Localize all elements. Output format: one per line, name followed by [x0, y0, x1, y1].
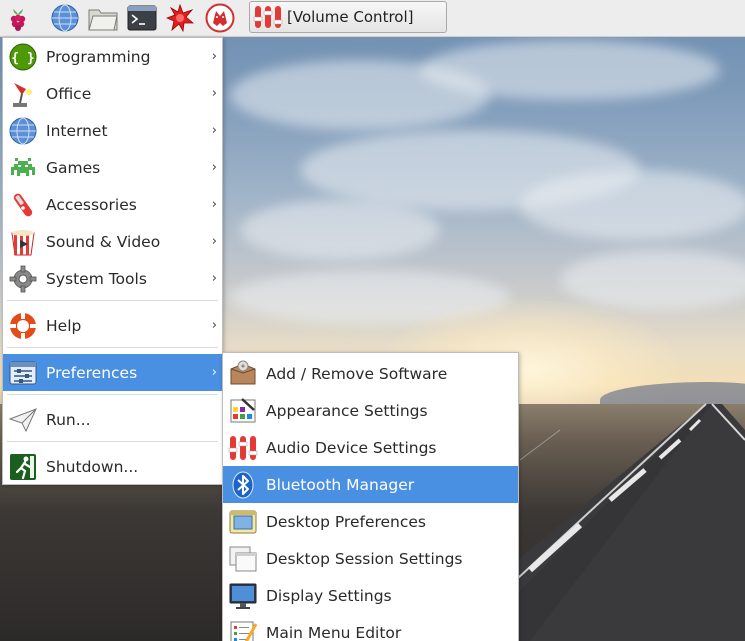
menu-item-add-remove-software[interactable]: Add / Remove Software — [223, 355, 518, 392]
file-manager-button[interactable] — [87, 3, 119, 33]
wolfram-icon — [205, 3, 235, 33]
menu-item-label: Desktop Session Settings — [266, 549, 463, 568]
shutdown-icon — [7, 451, 39, 483]
menu-separator — [7, 394, 218, 395]
terminal-button[interactable] — [126, 3, 158, 33]
appearance-settings-icon — [227, 395, 259, 427]
menu-item-preferences[interactable]: Preferences › — [3, 354, 222, 391]
menu-item-main-menu-editor[interactable]: Main Menu Editor — [223, 614, 518, 641]
chevron-right-icon: › — [211, 49, 217, 64]
volume-control-icon — [253, 3, 283, 31]
system-tools-icon — [7, 263, 39, 295]
menu-item-label: Accessories — [46, 195, 137, 214]
desktop-session-settings-icon — [227, 543, 259, 575]
menu-item-label: Shutdown... — [46, 457, 139, 476]
menu-item-label: Display Settings — [266, 586, 392, 605]
mathematica-button[interactable] — [164, 3, 196, 33]
menu-item-label: Main Menu Editor — [266, 623, 402, 641]
games-icon — [7, 152, 39, 184]
main-menu: { } Programming › Office › Internet › Ga… — [2, 37, 223, 485]
file-manager-icon — [88, 9, 118, 31]
menu-separator — [7, 347, 218, 348]
menu-item-display-settings[interactable]: Display Settings — [223, 577, 518, 614]
menu-item-desktop-session-settings[interactable]: Desktop Session Settings — [223, 540, 518, 577]
menu-item-appearance-settings[interactable]: Appearance Settings — [223, 392, 518, 429]
menu-item-programming[interactable]: { } Programming › — [3, 38, 222, 75]
sound-video-icon — [7, 226, 39, 258]
terminal-icon — [127, 5, 157, 31]
raspberry-menu-icon — [10, 9, 26, 31]
wolfram-button[interactable] — [204, 3, 236, 33]
menu-item-accessories[interactable]: Accessories › — [3, 186, 222, 223]
preferences-submenu: Add / Remove Software Appearance Setting… — [222, 352, 519, 641]
chevron-right-icon: › — [211, 123, 217, 138]
menu-item-office[interactable]: Office › — [3, 75, 222, 112]
web-browser-button[interactable] — [49, 3, 81, 33]
chevron-right-icon: › — [211, 197, 217, 212]
menu-item-label: Programming — [46, 47, 151, 66]
menu-item-run[interactable]: Run... — [3, 401, 222, 438]
chevron-right-icon: › — [211, 271, 217, 286]
bluetooth-icon — [227, 469, 259, 501]
menu-item-label: Desktop Preferences — [266, 512, 427, 531]
audio-device-settings-icon — [227, 432, 259, 464]
desktop-preferences-icon — [227, 506, 259, 538]
volume-control-task-button[interactable]: [Volume Control] — [249, 1, 447, 33]
help-icon — [7, 310, 39, 342]
display-settings-icon — [227, 580, 259, 612]
menu-separator — [7, 441, 218, 442]
menu-item-internet[interactable]: Internet › — [3, 112, 222, 149]
menu-item-desktop-preferences[interactable]: Desktop Preferences — [223, 503, 518, 540]
web-browser-icon — [51, 4, 79, 32]
accessories-icon — [7, 189, 39, 221]
menu-item-label: Help — [46, 316, 82, 335]
menu-item-system-tools[interactable]: System Tools › — [3, 260, 222, 297]
menu-item-games[interactable]: Games › — [3, 149, 222, 186]
internet-icon — [7, 115, 39, 147]
chevron-right-icon: › — [211, 86, 217, 101]
office-icon — [7, 78, 39, 110]
preferences-icon — [7, 357, 39, 389]
menu-item-sound-video[interactable]: Sound & Video › — [3, 223, 222, 260]
menu-item-audio-device-settings[interactable]: Audio Device Settings — [223, 429, 518, 466]
menu-item-label: Appearance Settings — [266, 401, 428, 420]
chevron-right-icon: › — [211, 318, 217, 333]
menu-item-help[interactable]: Help › — [3, 307, 222, 344]
mathematica-icon — [166, 4, 194, 32]
menu-item-label: Preferences — [46, 363, 138, 382]
run-icon — [7, 404, 39, 436]
menu-item-label: Sound & Video — [46, 232, 161, 251]
chevron-right-icon: › — [211, 234, 217, 249]
taskbar-panel: [Volume Control] — [0, 0, 745, 37]
menu-item-label: Internet — [46, 121, 108, 140]
chevron-right-icon: › — [211, 160, 217, 175]
task-button-label: [Volume Control] — [287, 8, 414, 26]
main-menu-editor-icon — [227, 617, 259, 641]
menu-item-label: System Tools — [46, 269, 147, 288]
svg-text:{ }: { } — [11, 51, 34, 66]
menu-item-label: Run... — [46, 410, 91, 429]
menu-item-label: Games — [46, 158, 101, 177]
menu-item-label: Bluetooth Manager — [266, 475, 415, 494]
add-remove-software-icon — [227, 358, 259, 390]
programming-icon: { } — [7, 41, 39, 73]
menu-item-shutdown[interactable]: Shutdown... — [3, 448, 222, 485]
raspberry-menu-button[interactable] — [2, 3, 34, 33]
menu-item-label: Add / Remove Software — [266, 364, 448, 383]
menu-item-label: Audio Device Settings — [266, 438, 437, 457]
menu-separator — [7, 300, 218, 301]
menu-item-bluetooth-manager[interactable]: Bluetooth Manager — [223, 466, 518, 503]
menu-item-label: Office — [46, 84, 92, 103]
chevron-right-icon: › — [211, 365, 217, 380]
